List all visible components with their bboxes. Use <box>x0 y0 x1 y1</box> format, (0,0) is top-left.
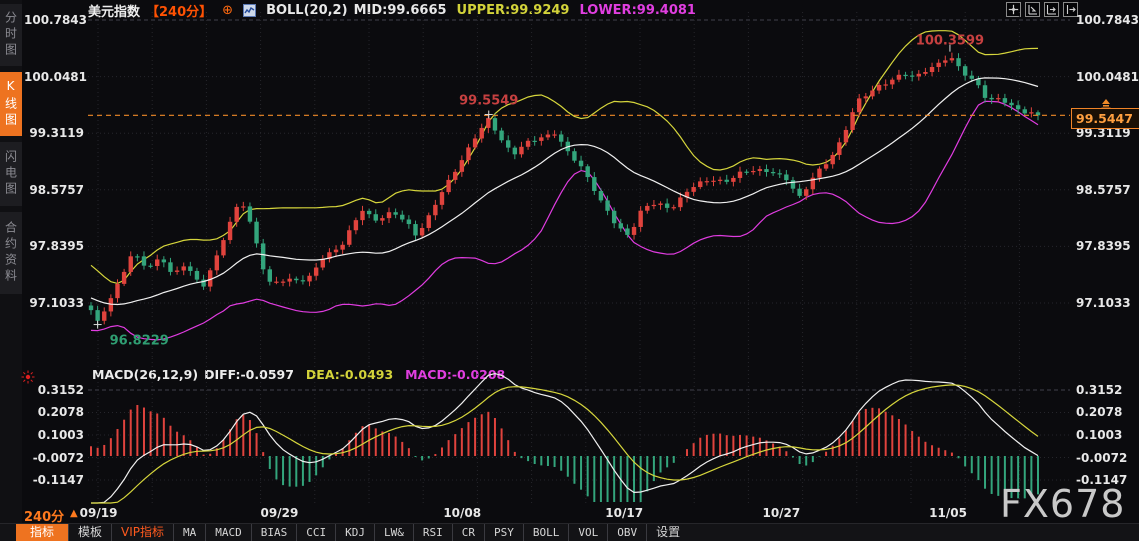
x-axis-date: 09/19 <box>79 506 118 520</box>
toolbar-item-8[interactable]: LW& <box>374 524 413 541</box>
toolbar-item-5[interactable]: BIAS <box>250 524 297 541</box>
x-axis-row: 240分 ▲ 09/19 09/29 10/08 10/17 10/27 11/05 <box>0 505 1139 525</box>
x-axis-date: 10/27 <box>762 506 801 520</box>
macd-axis-label: 0.2078 <box>1076 405 1123 419</box>
price-axis-label: 100.7843 <box>1076 13 1139 27</box>
candlestick-chart[interactable]: 99.5549 100.3599 96.8229 <box>88 12 1070 358</box>
sidebar-tab-label: 合约资料 <box>3 221 18 285</box>
toolbar-item-12[interactable]: BOLL <box>522 524 569 541</box>
price-axis-label: 97.8395 <box>29 239 84 253</box>
toolbar-item-15[interactable]: 设置 <box>646 524 689 541</box>
macd-axis-label: 0.2078 <box>37 405 84 419</box>
trading-terminal: 分时图 K线图 闪电图 合约资料 美元指数 【240分】 ⊕ BOLL(20,2… <box>0 0 1139 541</box>
x-axis-date: 10/08 <box>443 506 482 520</box>
toolbar-item-7[interactable]: KDJ <box>335 524 374 541</box>
price-axis-label: 97.1033 <box>29 296 84 310</box>
toolbar-item-10[interactable]: CR <box>451 524 484 541</box>
period-up-icon[interactable]: ▲ <box>70 508 78 519</box>
macd-axis-label: 0.3152 <box>1076 383 1123 397</box>
alarm-icon[interactable] <box>21 369 35 384</box>
toolbar-item-14[interactable]: OBV <box>607 524 646 541</box>
price-axis-label: 100.7843 <box>24 13 88 27</box>
svg-text:100.3599: 100.3599 <box>916 34 984 49</box>
macd-axis-label: -0.1147 <box>32 473 84 487</box>
price-axis-label: 98.5757 <box>1076 183 1131 197</box>
macd-axis-label: 0.3152 <box>37 383 84 397</box>
watermark: FX678 <box>1000 482 1126 526</box>
current-price-tag: 99.5447 <box>1071 108 1139 129</box>
x-axis-date: 11/05 <box>929 506 967 520</box>
price-axis-label: 100.0481 <box>24 70 88 84</box>
toolbar-item-13[interactable]: VOL <box>568 524 607 541</box>
sidebar-tab-label: 分时图 <box>3 11 18 59</box>
toolbar-item-2[interactable]: VIP指标 <box>111 524 173 541</box>
price-axis-label: 98.5757 <box>29 183 84 197</box>
toolbar-item-0[interactable]: 指标 <box>16 524 69 541</box>
toolbar-item-4[interactable]: MACD <box>205 524 251 541</box>
toolbar-item-6[interactable]: CCI <box>296 524 335 541</box>
indicator-toolbar: 指标 模板 VIP指标 MA MACD BIAS CCI KDJ LW& RSI CR PSY BOLL… <box>0 523 1139 541</box>
price-axis-label: 97.8395 <box>1076 239 1131 253</box>
macd-axis-label: -0.0072 <box>1076 451 1128 465</box>
svg-text:99.5549: 99.5549 <box>459 94 518 109</box>
toolbar-item-9[interactable]: RSI <box>412 524 452 541</box>
price-axis-label: 97.1033 <box>1076 296 1131 310</box>
sidebar-tab-label: 闪电图 <box>3 150 18 198</box>
toolbar-item-3[interactable]: MA <box>173 524 205 541</box>
toolbar-item-11[interactable]: PSY <box>484 524 523 541</box>
sidebar-tab-candle-chart[interactable]: K线图 <box>0 72 22 136</box>
price-axis-label: 100.0481 <box>1076 70 1139 84</box>
toolbar-item-1[interactable]: 模板 <box>68 524 111 541</box>
macd-axis-label: 0.1003 <box>37 428 84 442</box>
x-axis-date: 09/29 <box>260 506 299 520</box>
sidebar-tab-contract-info[interactable]: 合约资料 <box>0 212 22 294</box>
svg-text:96.8229: 96.8229 <box>110 334 169 349</box>
macd-chart[interactable] <box>88 358 1070 505</box>
macd-axis-label: -0.0072 <box>32 451 84 465</box>
sidebar-tab-flash-chart[interactable]: 闪电图 <box>0 142 22 206</box>
sidebar-tab-label: K线图 <box>3 79 18 129</box>
price-axis-label: 99.3119 <box>29 126 84 140</box>
sidebar-tab-time-chart[interactable]: 分时图 <box>0 4 22 66</box>
x-axis-date: 10/17 <box>605 506 644 520</box>
chart-type-sidebar: 分时图 K线图 闪电图 合约资料 <box>0 0 22 541</box>
macd-axis-label: 0.1003 <box>1076 428 1123 442</box>
